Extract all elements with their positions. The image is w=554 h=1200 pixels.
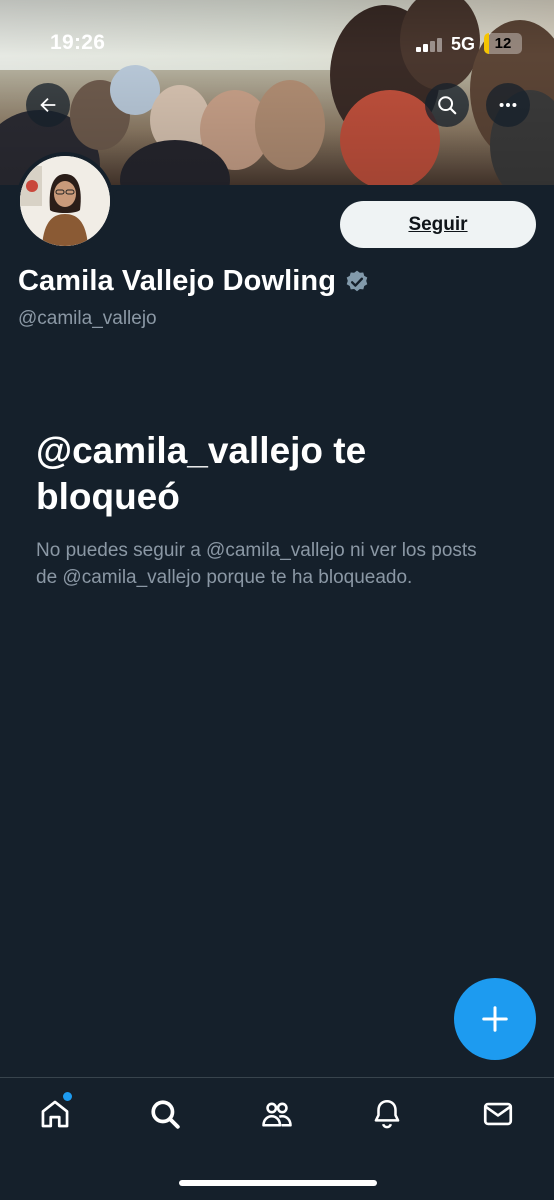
avatar-image	[20, 156, 110, 246]
search-icon	[151, 1100, 180, 1129]
signal-icon	[416, 38, 442, 52]
blocked-title: @camila_vallejo te bloqueó	[36, 430, 367, 517]
plus-icon	[482, 1006, 508, 1032]
mail-icon	[483, 1102, 513, 1126]
profile-name: Camila Vallejo Dowling	[18, 265, 337, 297]
profile-name-row: Camila Vallejo Dowling	[18, 265, 370, 298]
battery-level: 12	[494, 35, 512, 52]
arrow-left-icon	[40, 97, 56, 113]
nav-communities[interactable]	[255, 1092, 299, 1136]
more-horizontal-icon	[499, 102, 517, 108]
bell-icon	[374, 1099, 400, 1129]
battery-icon: 12	[484, 33, 522, 54]
communities-icon	[262, 1102, 292, 1127]
notification-dot	[63, 1092, 72, 1101]
profile-avatar[interactable]	[16, 152, 114, 250]
back-button[interactable]	[26, 83, 70, 127]
compose-button[interactable]	[454, 978, 536, 1060]
nav-messages[interactable]	[476, 1092, 520, 1136]
nav-search[interactable]	[143, 1092, 187, 1136]
nav-notifications[interactable]	[365, 1092, 409, 1136]
home-indicator[interactable]	[179, 1180, 377, 1186]
more-button[interactable]	[486, 83, 530, 127]
status-time: 19:26	[50, 31, 106, 54]
blocked-description: No puedes seguir a @camila_vallejo ni ve…	[36, 540, 477, 588]
verified-badge-icon[interactable]	[344, 269, 370, 295]
nav-home[interactable]	[33, 1092, 77, 1136]
home-icon	[41, 1100, 69, 1128]
follow-button[interactable]: Seguir	[340, 201, 536, 248]
network-type: 5G	[451, 34, 476, 54]
search-icon	[438, 96, 457, 115]
search-button[interactable]	[425, 83, 469, 127]
profile-handle: @camila_vallejo	[18, 308, 157, 329]
